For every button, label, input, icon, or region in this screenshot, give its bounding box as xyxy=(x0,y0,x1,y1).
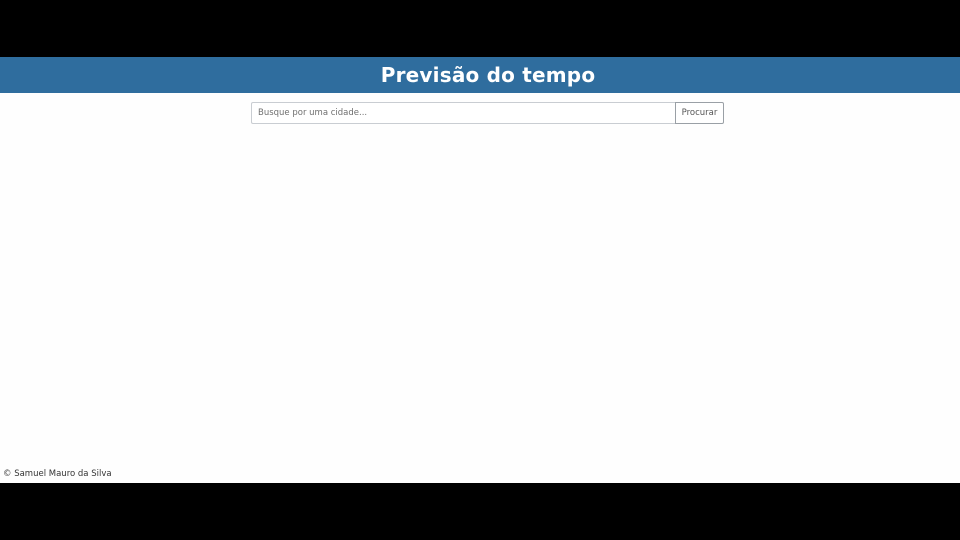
copyright-footer: © Samuel Mauro da Silva xyxy=(3,469,112,479)
letterbox-bottom xyxy=(0,483,960,540)
weather-app-page: Previsão do tempo Procurar © Samuel Maur… xyxy=(0,57,960,483)
city-search-bar: Procurar xyxy=(251,102,724,124)
letterbox-top xyxy=(0,0,960,57)
page-title: Previsão do tempo xyxy=(380,63,596,87)
app-header: Previsão do tempo xyxy=(0,57,960,93)
search-button[interactable]: Procurar xyxy=(675,102,724,124)
city-search-input[interactable] xyxy=(251,102,675,124)
